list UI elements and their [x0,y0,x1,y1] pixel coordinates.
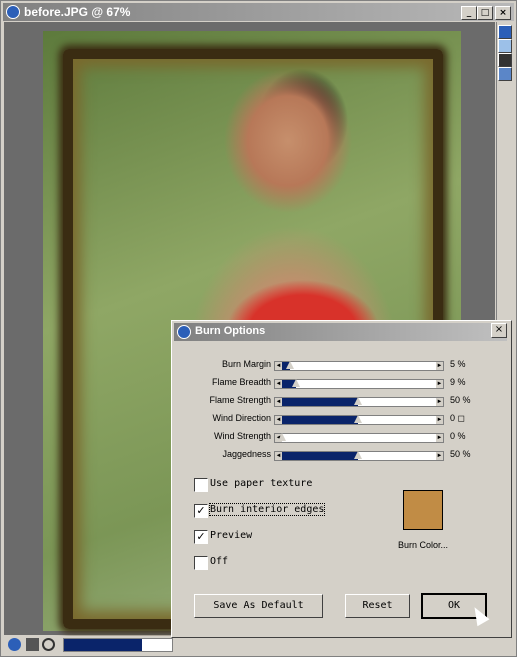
zoom-scrollbar-fill [64,639,142,651]
slider-row: Burn Margin ◄ ► 5 % [172,359,511,373]
burn-color-button[interactable]: Burn Color... [398,540,448,550]
reset-button[interactable]: Reset [345,594,410,618]
slider-track[interactable]: ◄ ► [274,433,444,443]
zoom-scrollbar[interactable] [63,638,173,652]
slider-thumb[interactable] [286,361,294,369]
slider-label: Flame Breadth [211,377,271,387]
slider-track[interactable]: ◄ ► [274,361,444,371]
slider-label: Flame Strength [209,395,271,405]
dialog-app-icon [177,325,191,339]
burn-interior-edges-checkbox[interactable]: ✓ [194,504,208,518]
slider-row: Wind Direction ◄ ► 0 ◻ [172,413,511,427]
slider-fill [282,416,358,424]
binoculars-icon[interactable] [26,638,39,651]
preview-checkbox[interactable]: ✓ [194,530,208,544]
star-icon[interactable] [498,67,512,81]
burn-options-dialog: Burn Options × Burn Margin ◄ ► 5 % Flame Bre… [171,320,512,638]
slider-track[interactable]: ◄ ► [274,397,444,407]
slider-left-arrow-icon[interactable]: ◄ [275,362,282,370]
tool-icon-1[interactable] [498,25,512,39]
maximize-button[interactable]: □ [477,6,493,20]
slider-thumb[interactable] [292,379,300,387]
slider-fill [282,452,358,460]
burn-color-swatch[interactable] [403,490,443,530]
slider-right-arrow-icon[interactable]: ► [436,416,443,424]
slider-thumb[interactable] [354,451,362,459]
slider-value: 5 % [450,359,466,369]
zoom-icon[interactable] [42,638,55,651]
off-label: Off [210,556,229,567]
app-icon [6,5,20,19]
use-paper-texture-checkbox[interactable] [194,478,208,492]
slider-row: Flame Breadth ◄ ► 9 % [172,377,511,391]
slider-right-arrow-icon[interactable]: ► [436,452,443,460]
slider-row: Wind Strength ◄ ► 0 % [172,431,511,445]
slider-value: 9 % [450,377,466,387]
window-title: before.JPG @ 67% [24,5,131,19]
slider-value: 0 % [450,431,466,441]
use-paper-texture-label: Use paper texture [210,478,313,489]
slider-track[interactable]: ◄ ► [274,379,444,389]
slider-label: Wind Strength [213,431,271,441]
close-button[interactable]: × [495,6,511,20]
globe-icon[interactable] [8,638,21,651]
slider-left-arrow-icon[interactable]: ◄ [275,398,282,406]
save-as-default-button[interactable]: Save As Default [194,594,323,618]
slider-value: 50 % [450,395,471,405]
slider-right-arrow-icon[interactable]: ► [436,362,443,370]
slider-row: Flame Strength ◄ ► 50 % [172,395,511,409]
slider-row: Jaggedness ◄ ► 50 % [172,449,511,463]
slider-thumb[interactable] [354,415,362,423]
slider-left-arrow-icon[interactable]: ◄ [275,416,282,424]
slider-thumb[interactable] [278,433,286,441]
minimize-button[interactable]: _ [461,6,477,20]
slider-thumb[interactable] [354,397,362,405]
slider-value: 50 % [450,449,471,459]
preview-label: Preview [210,530,253,541]
monitor-icon[interactable] [498,53,512,67]
slider-label: Jaggedness [222,449,271,459]
dialog-title: Burn Options [195,325,266,337]
slider-label: Burn Margin [221,359,271,369]
slider-right-arrow-icon[interactable]: ► [436,380,443,388]
slider-left-arrow-icon[interactable]: ◄ [275,380,282,388]
window-titlebar[interactable]: before.JPG @ 67% _ □ × [3,3,514,21]
slider-track[interactable]: ◄ ► [274,451,444,461]
burn-interior-edges-label: Burn interior edges [208,503,326,516]
slider-value: 0 ◻ [450,413,465,423]
slider-track[interactable]: ◄ ► [274,415,444,425]
dialog-close-button[interactable]: × [491,323,507,338]
slider-right-arrow-icon[interactable]: ► [436,434,443,442]
slider-left-arrow-icon[interactable]: ◄ [275,452,282,460]
grid-icon[interactable] [498,39,512,53]
slider-right-arrow-icon[interactable]: ► [436,398,443,406]
dialog-titlebar[interactable]: Burn Options [174,323,507,341]
slider-label: Wind Direction [212,413,271,423]
slider-fill [282,398,358,406]
off-checkbox[interactable] [194,556,208,570]
